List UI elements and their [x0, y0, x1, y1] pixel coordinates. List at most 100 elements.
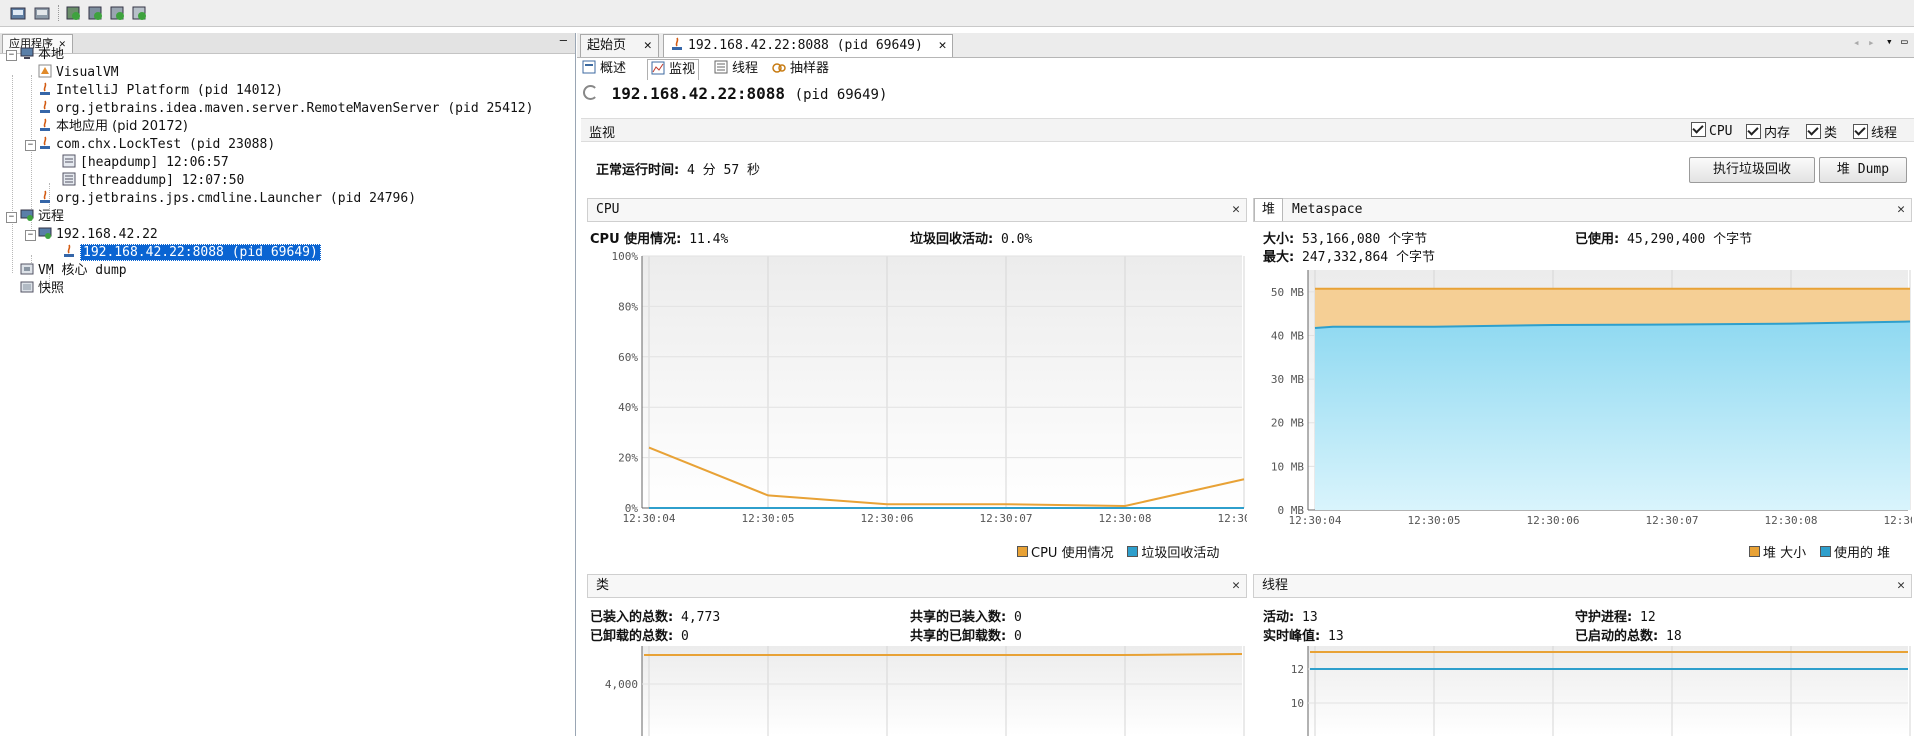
- classes-shared-unloaded-value: 0: [1014, 629, 1022, 644]
- monitor-header-label: 监视: [589, 126, 616, 141]
- classes-unloaded-stat: 已卸载的总数: 0: [590, 625, 689, 644]
- close-icon[interactable]: ✕: [1897, 199, 1905, 221]
- open-app-icon[interactable]: [8, 3, 28, 23]
- close-icon[interactable]: ✕: [1232, 575, 1240, 597]
- java-app-icon: [38, 190, 52, 204]
- checkbox-threads-label: 线程: [1871, 126, 1898, 141]
- legend-swatch-heap-used: [1819, 546, 1831, 557]
- tree-node-host[interactable]: − 192.168.42.22: [25, 225, 158, 245]
- heap-dump-button[interactable]: 堆 Dump: [1819, 157, 1907, 183]
- tree-node-heapdump[interactable]: [heapdump] 12:06:57: [62, 153, 229, 173]
- heap-panel: 堆 Metaspace ✕ 大小: 53,166,080 个字节 最大: 247…: [1253, 198, 1912, 608]
- heap-max-label: 最大:: [1263, 250, 1295, 265]
- tab-sampler[interactable]: 抽样器: [769, 59, 832, 79]
- threads-daemon-stat: 守护进程: 12: [1575, 606, 1656, 625]
- minimize-icon[interactable]: —: [560, 33, 567, 47]
- page-title-pid: (pid 69649): [794, 87, 888, 103]
- tab-start-label: 起始页: [587, 38, 627, 53]
- legend-heap-size: 堆 大小: [1763, 546, 1807, 561]
- heap-used-area: [1315, 321, 1910, 510]
- uptime: 正常运行时间: 4 分 57 秒: [596, 159, 760, 178]
- perform-gc-button[interactable]: 执行垃圾回收: [1689, 157, 1815, 183]
- close-icon[interactable]: ✕: [1232, 199, 1240, 221]
- cpu-x-tick-label: 12:30:06: [861, 512, 914, 525]
- cpu-usage-value: 11.4%: [689, 232, 729, 247]
- tab-list-icon[interactable]: ▾: [1886, 35, 1893, 48]
- document-area: 起始页 ✕ 192.168.42.22:8088 (pid 69649) ✕ ◂…: [577, 33, 1914, 736]
- tree-node-local[interactable]: − 本地: [6, 45, 64, 65]
- add-core-dump-icon[interactable]: [107, 3, 127, 23]
- maximize-icon[interactable]: ▭: [1901, 35, 1908, 48]
- add-snapshot-icon[interactable]: [129, 3, 149, 23]
- tab-remote-app[interactable]: 192.168.42.22:8088 (pid 69649) ✕: [663, 34, 954, 57]
- collapse-icon[interactable]: −: [6, 212, 17, 223]
- tab-heap[interactable]: 堆: [1254, 198, 1284, 221]
- gc-activity-value: 0.0%: [1001, 232, 1033, 247]
- tree-node-remote-app[interactable]: 192.168.42.22:8088 (pid 69649): [62, 243, 321, 263]
- tree-node-localapp[interactable]: 本地应用 (pid 20172): [38, 117, 188, 137]
- applications-panel: 应用程序 ✕ — − 本地 VisualVM IntelliJ Platform…: [0, 33, 576, 736]
- checkbox-threads[interactable]: 线程: [1853, 122, 1897, 141]
- add-host-icon[interactable]: [63, 3, 83, 23]
- close-icon[interactable]: ✕: [1897, 575, 1905, 597]
- tab-sampler-label: 抽样器: [790, 61, 830, 76]
- threads-y-tick-label: 12: [1291, 663, 1304, 676]
- tab-start-page[interactable]: 起始页 ✕: [580, 34, 659, 57]
- save-snapshot-icon[interactable]: [32, 3, 52, 23]
- threaddump-icon: [62, 172, 76, 186]
- checkbox-cpu[interactable]: CPU: [1691, 122, 1732, 139]
- heap-used-value: 45,290,400 个字节: [1627, 232, 1753, 247]
- legend-swatch-cpu: [1017, 546, 1028, 557]
- checkbox-classes-label: 类: [1824, 126, 1838, 141]
- classes-loaded-line: [644, 653, 1243, 656]
- uptime-value: 4 分 57 秒: [687, 163, 760, 178]
- heap-chart: 12:30:04 12:30:05 12:30:06 12:30:07 12:30:08…: [1271, 270, 1912, 527]
- main-toolbar: [0, 0, 1914, 27]
- classes-shared-loaded-value: 0: [1014, 610, 1022, 625]
- tab-monitor[interactable]: 监视: [647, 59, 700, 80]
- close-icon[interactable]: ✕: [644, 38, 652, 53]
- threads-daemon-label: 守护进程:: [1575, 610, 1633, 625]
- tree-node-remote[interactable]: − 远程: [6, 207, 64, 227]
- tree-node-intellij[interactable]: IntelliJ Platform (pid 14012): [38, 81, 283, 101]
- tab-threads[interactable]: 线程: [711, 59, 761, 79]
- tab-metaspace[interactable]: Metaspace: [1292, 199, 1362, 221]
- checkbox-classes[interactable]: 类: [1806, 122, 1837, 141]
- cpu-y-tick-label: 40%: [618, 401, 638, 414]
- scroll-left-icon[interactable]: ◂: [1853, 36, 1860, 49]
- heap-y-tick-label: 0 MB: [1278, 504, 1305, 517]
- visualvm-icon: [38, 64, 52, 78]
- add-jmx-icon[interactable]: [85, 3, 105, 23]
- tree-node-jps[interactable]: org.jetbrains.jps.cmdline.Launcher (pid …: [38, 189, 416, 209]
- tree-node-snapshots[interactable]: 快照: [20, 279, 64, 299]
- checkbox-memory[interactable]: 内存: [1746, 122, 1790, 141]
- view-tabs: 概述 监视 线程 抽样器: [577, 59, 1914, 80]
- tab-overview[interactable]: 概述: [579, 59, 629, 79]
- collapse-icon[interactable]: −: [25, 230, 36, 241]
- close-icon[interactable]: ✕: [939, 38, 947, 53]
- threads-chart: 12 10: [1291, 646, 1911, 736]
- tree-node-maven[interactable]: org.jetbrains.idea.maven.server.RemoteMa…: [38, 99, 533, 119]
- collapse-icon[interactable]: −: [25, 140, 36, 151]
- heap-max-stat: 最大: 247,332,864 个字节: [1263, 246, 1435, 265]
- collapse-icon[interactable]: −: [6, 50, 17, 61]
- classes-chart: 4,000: [605, 646, 1245, 736]
- tree-node-threaddump[interactable]: [threaddump] 12:07:50: [62, 171, 244, 191]
- tab-threads-label: 线程: [732, 61, 759, 76]
- threads-live-stat: 活动: 13: [1263, 606, 1318, 625]
- tree-label-locktest: com.chx.LockTest (pid 23088): [56, 137, 276, 152]
- heap-legend: 堆 大小 使用的 堆: [1749, 542, 1890, 561]
- tree-node-coredump[interactable]: VM 核心 dump: [20, 261, 127, 281]
- heap-x-tick-label: 12:30:05: [1408, 514, 1461, 527]
- cpu-plot-area: [642, 256, 1242, 508]
- cpu-chart: 12:30:04 12:30:05 12:30:06 12:30:07 12:30:08…: [612, 250, 1248, 525]
- legend-swatch-heap-size: [1749, 546, 1760, 557]
- host-icon: [38, 226, 52, 240]
- classes-unloaded-value: 0: [681, 629, 689, 644]
- classes-panel: 类 ✕ 已装入的总数: 4,773 已卸载的总数: 0 共享的已装入数: 0 共…: [587, 574, 1247, 736]
- classes-plot-area: [642, 646, 1242, 736]
- loading-spinner-icon: [583, 85, 598, 100]
- tree-node-visualvm[interactable]: VisualVM: [38, 63, 119, 83]
- tree-node-locktest[interactable]: − com.chx.LockTest (pid 23088): [25, 135, 275, 155]
- scroll-right-icon[interactable]: ▸: [1868, 36, 1875, 49]
